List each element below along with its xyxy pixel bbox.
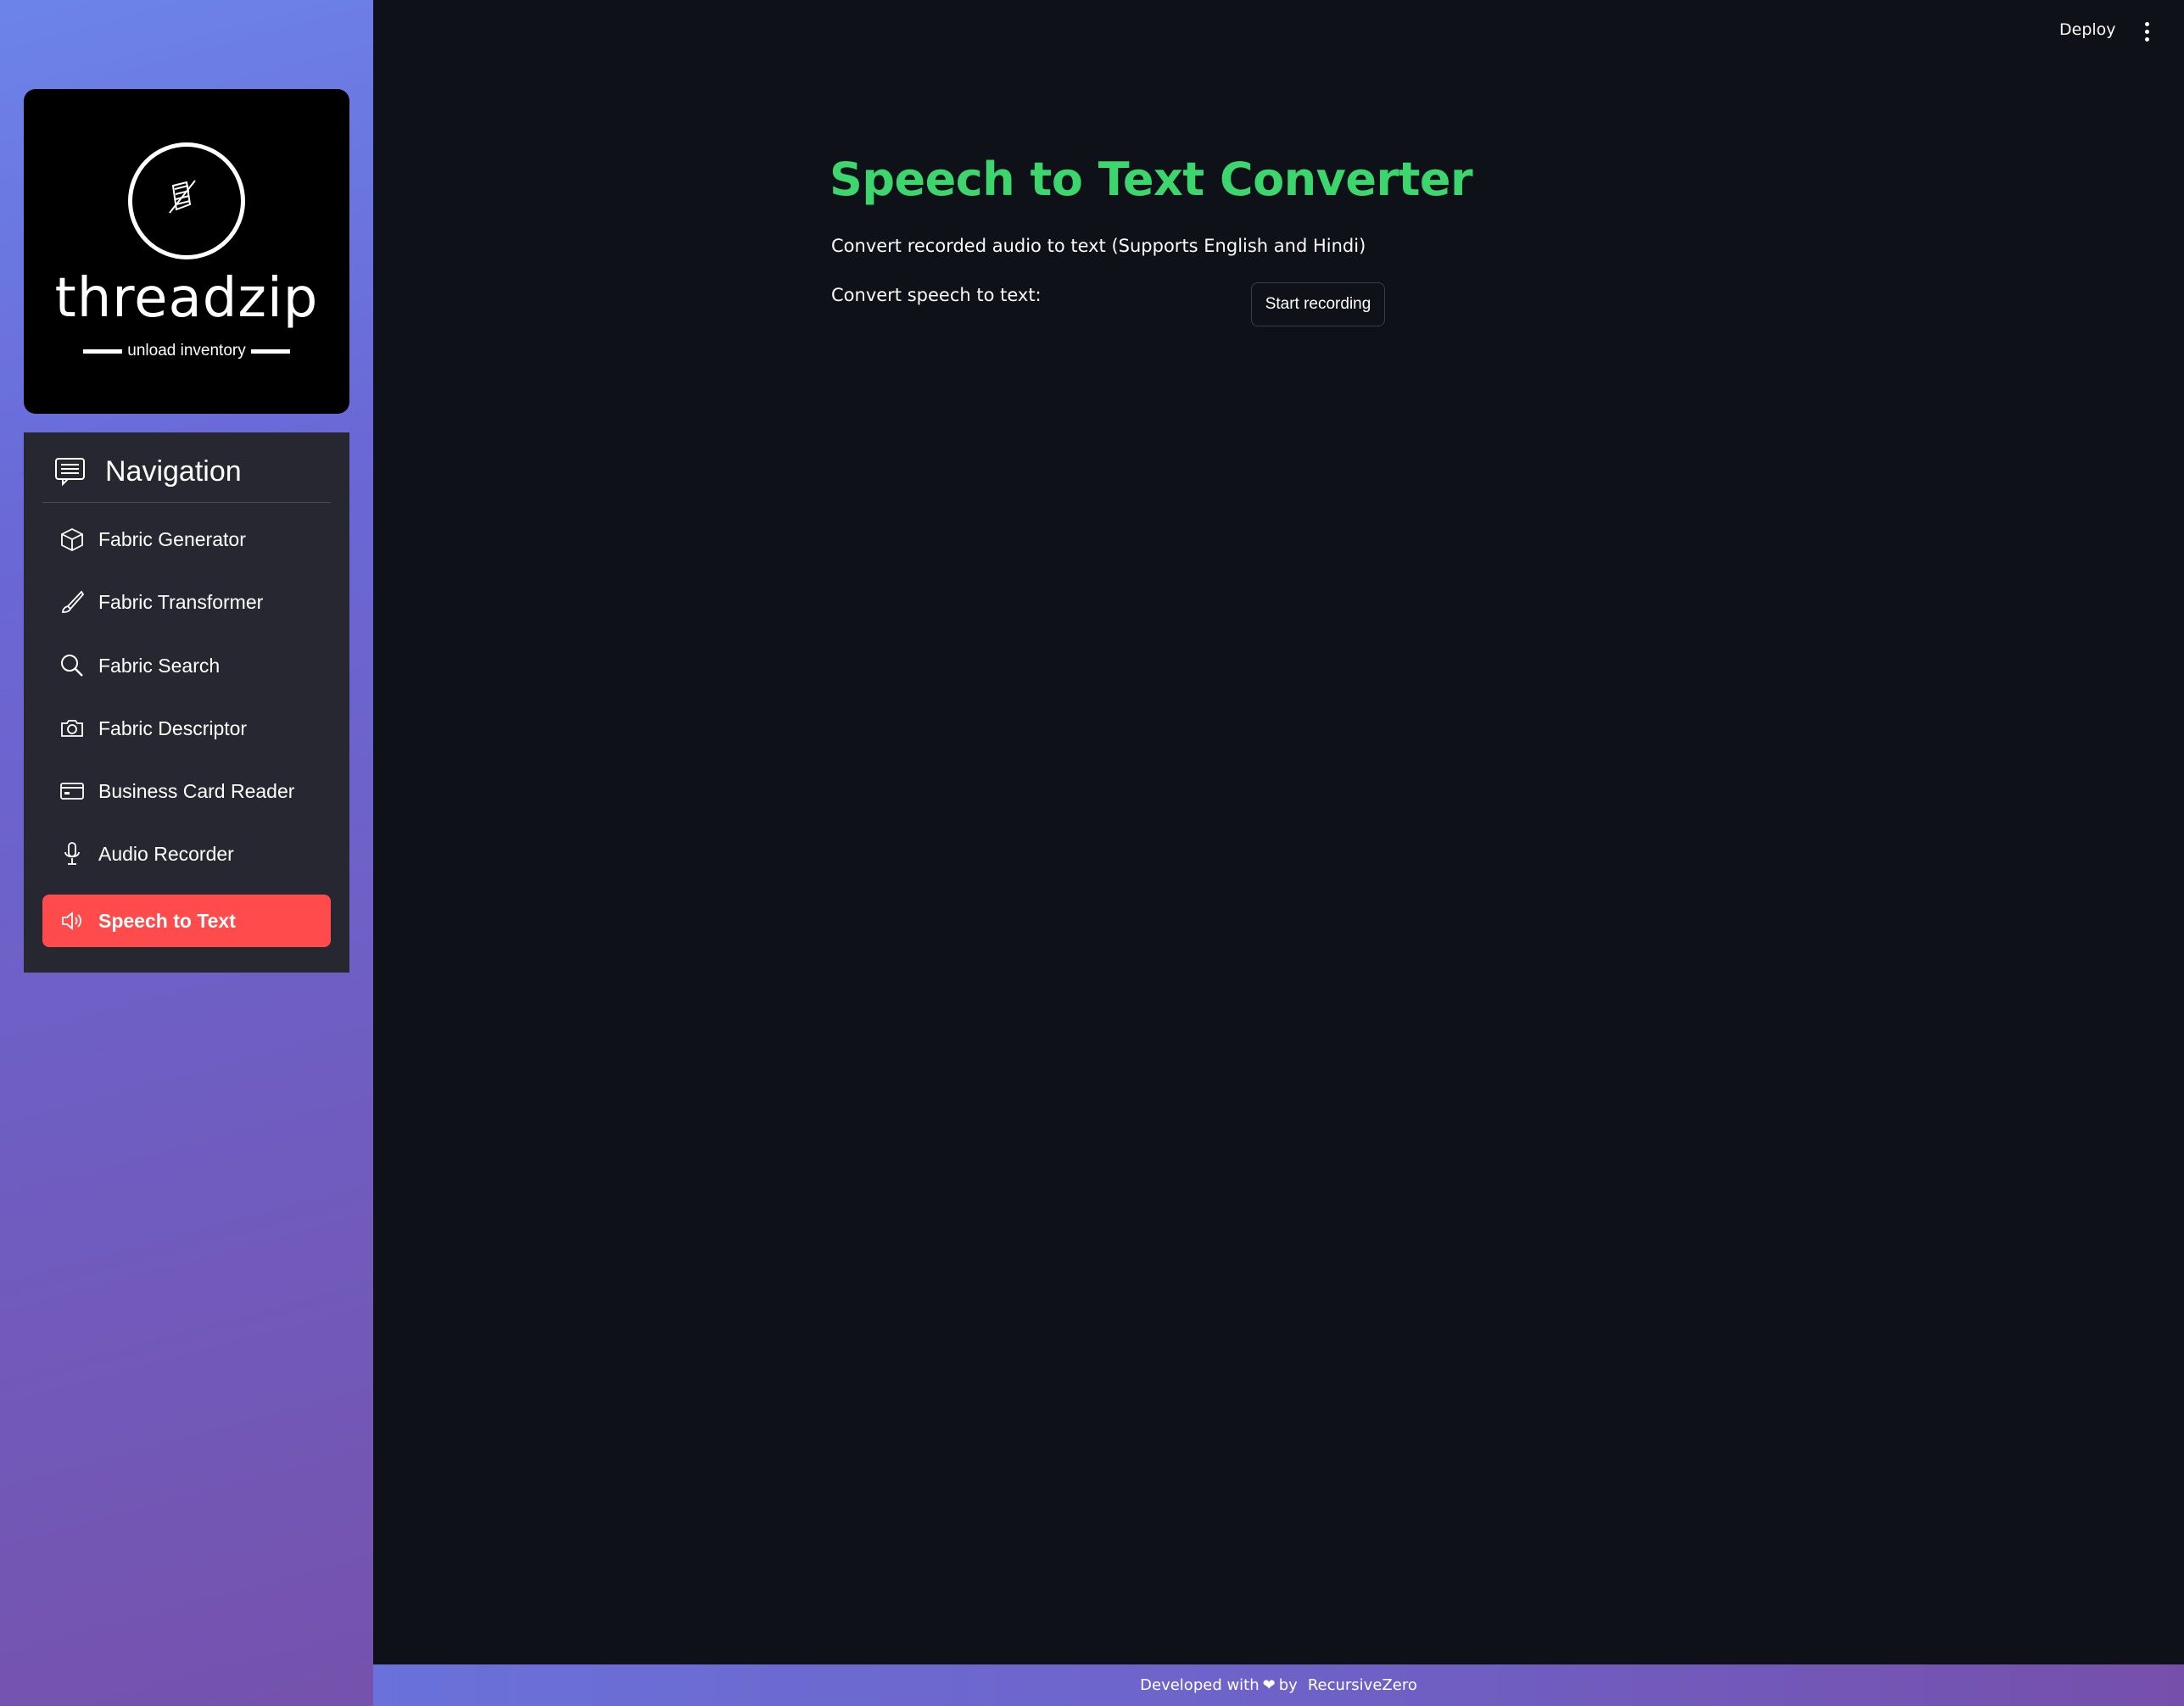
nav-item-audio-recorder[interactable]: Audio Recorder <box>42 828 331 880</box>
nav-item-business-card-reader[interactable]: Business Card Reader <box>42 765 331 817</box>
page-subtitle: Convert recorded audio to text (Supports… <box>831 236 1366 256</box>
speaker-icon <box>59 908 85 934</box>
logo-tagline-text: unload inventory <box>127 342 246 360</box>
nav-header: Navigation <box>42 449 331 493</box>
card-icon <box>59 778 85 804</box>
more-vertical-icon[interactable] <box>2141 22 2153 46</box>
nav-item-label: Audio Recorder <box>98 842 234 865</box>
box-icon <box>59 527 85 552</box>
nav-divider <box>42 502 331 503</box>
nav-item-fabric-transformer[interactable]: Fabric Transformer <box>42 576 331 628</box>
nav-item-label: Fabric Search <box>98 654 221 677</box>
heart-icon: ❤ <box>1262 1676 1276 1694</box>
nav-title: Navigation <box>105 454 242 488</box>
nav-item-label: Fabric Descriptor <box>98 716 248 739</box>
search-icon <box>59 653 85 678</box>
microphone-icon <box>59 841 85 867</box>
nav-item-label: Business Card Reader <box>98 779 295 802</box>
footer-prefix: Developed with <box>1140 1676 1260 1694</box>
footer: Developed with ❤ by RecursiveZero <box>373 1664 2184 1706</box>
tagline-bar-right <box>250 348 290 354</box>
nav-item-fabric-search[interactable]: Fabric Search <box>42 639 331 692</box>
tagline-bar-left <box>83 348 123 354</box>
nav-item-fabric-descriptor[interactable]: Fabric Descriptor <box>42 702 331 755</box>
nav-item-label: Speech to Text <box>98 909 236 932</box>
logo-card: threadzip unload inventory <box>24 89 349 414</box>
list-box-icon <box>55 458 85 487</box>
nav-panel: Navigation Fabric Generator Fabric Trans… <box>24 432 349 973</box>
nav-item-label: Fabric Transformer <box>98 590 264 613</box>
camera-icon <box>59 716 85 741</box>
deploy-button[interactable]: Deploy <box>2059 20 2116 39</box>
logo-tagline: unload inventory <box>24 342 349 360</box>
nav-item-label: Fabric Generator <box>98 527 246 550</box>
footer-brand-link[interactable]: RecursiveZero <box>1308 1676 1417 1694</box>
convert-label: Convert speech to text: <box>831 285 1042 305</box>
nav-item-fabric-generator[interactable]: Fabric Generator <box>42 513 331 566</box>
logo-name: threadzip <box>54 267 319 330</box>
brush-icon <box>59 589 85 615</box>
page-title: Speech to Text Converter <box>829 153 1473 206</box>
app-root: threadzip unload inventory Navigation Fa… <box>0 0 2184 1706</box>
start-recording-button[interactable]: Start recording <box>1251 282 1385 326</box>
sidebar: threadzip unload inventory Navigation Fa… <box>0 0 373 1706</box>
nav-item-speech-to-text[interactable]: Speech to Text <box>42 895 331 947</box>
footer-by: by <box>1278 1676 1298 1694</box>
needle-thread-icon <box>128 142 245 259</box>
